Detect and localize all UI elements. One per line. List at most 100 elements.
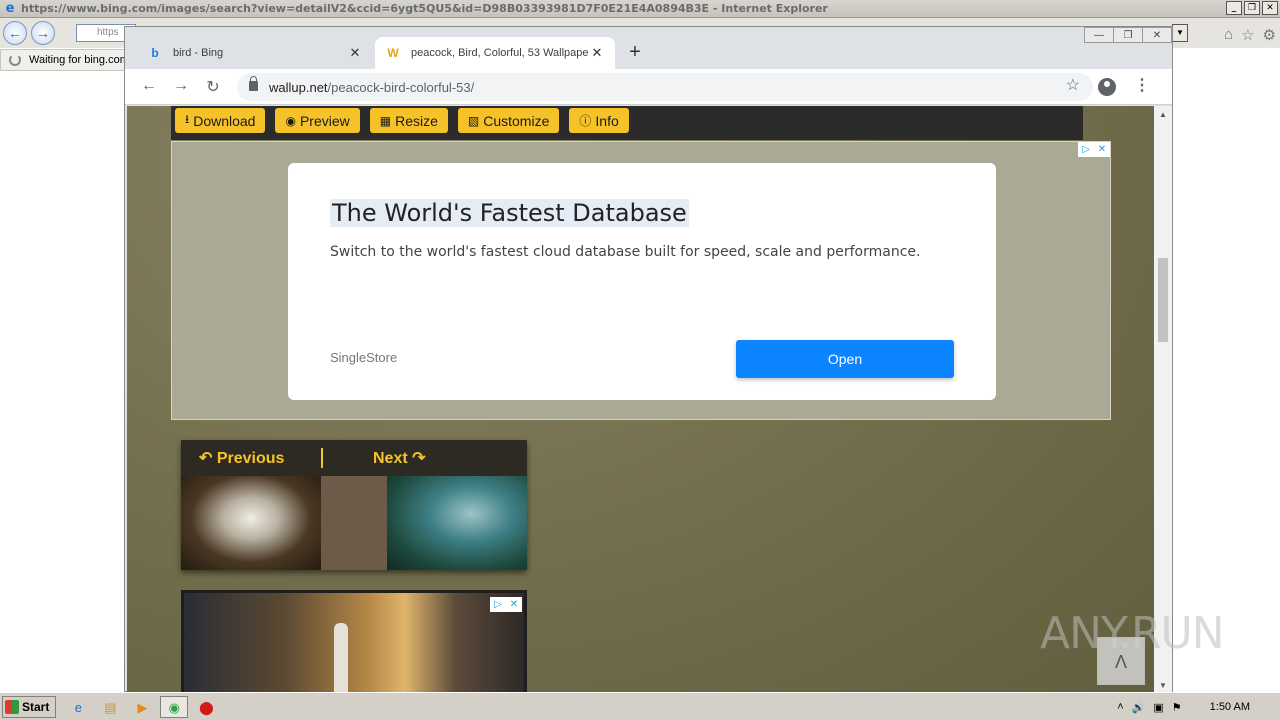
ie-restore-button[interactable]: ❐	[1244, 1, 1260, 15]
ie-page-area-right	[1174, 72, 1280, 692]
ad-choices-icon[interactable]: ▷	[1078, 142, 1094, 157]
back-arrow-icon[interactable]: ←	[139, 77, 159, 95]
download-button[interactable]: ⭳ Download	[175, 108, 266, 133]
next-link[interactable]: Next ↷	[323, 448, 426, 468]
action-center-flag-icon[interactable]: ⚑	[1172, 701, 1182, 714]
account-icon[interactable]	[1098, 78, 1116, 96]
ad-open-button[interactable]: Open	[736, 340, 954, 378]
ie-close-button[interactable]: ✕	[1262, 1, 1278, 15]
ad-advertiser[interactable]: SingleStore	[330, 350, 397, 365]
volume-icon[interactable]: 🔊	[1132, 701, 1146, 714]
gear-icon[interactable]: ⚙	[1263, 26, 1276, 44]
download-label: Download	[193, 112, 256, 129]
ie-window-controls: _ ❐ ✕	[1226, 1, 1278, 15]
previous-label: Previous	[216, 450, 285, 467]
scroll-down-icon[interactable]: ▼	[1159, 681, 1167, 690]
info-button[interactable]: ⓘ Info	[569, 108, 629, 133]
ad-banner[interactable]: ▷ ✕ The World's Fastest Database Switch …	[171, 141, 1111, 420]
home-icon[interactable]: ⌂	[1224, 26, 1233, 44]
bookmark-star-icon[interactable]: ☆	[1066, 75, 1080, 95]
reload-icon[interactable]: ↻	[203, 77, 223, 97]
ie-loading-tab[interactable]: Waiting for bing.com	[0, 49, 130, 71]
ad-image-banner[interactable]: ▷ ✕	[181, 590, 527, 692]
wallup-favicon-icon: W	[387, 46, 399, 60]
ad-choices: ▷ ✕	[490, 597, 522, 612]
resize-button[interactable]: ▦ Resize	[369, 108, 448, 133]
bing-favicon-icon: b	[151, 46, 159, 60]
ie-tab-label: Waiting for bing.com	[29, 54, 129, 66]
info-icon: ⓘ	[579, 114, 592, 128]
resize-label: Resize	[395, 112, 438, 129]
page-viewport: ⭳ Download ◉ Preview ▦ Resize ▧ Customiz…	[127, 106, 1154, 692]
tab-wallup[interactable]: W peacock, Bird, Colorful, 53 Wallpaper …	[375, 37, 615, 69]
preview-button[interactable]: ◉ Preview	[275, 108, 360, 133]
chrome-menu-icon[interactable]: ⋮	[1134, 75, 1150, 95]
customize-label: Customize	[483, 112, 550, 129]
customize-button[interactable]: ▧ Customize	[457, 108, 560, 133]
info-label: Info	[595, 112, 619, 129]
previous-wallpaper-thumbnail[interactable]	[181, 476, 321, 570]
previous-link[interactable]: ↶ Previous	[181, 448, 321, 468]
ie-window-title: https://www.bing.com/images/search?view=…	[21, 2, 828, 15]
favorites-star-icon[interactable]: ☆	[1241, 26, 1254, 44]
chrome-window: — ❐ ✕ b bird - Bing ✕ W peacock, Bird, C…	[124, 26, 1173, 692]
media-player-taskbar-icon[interactable]: ▶	[128, 696, 156, 718]
ie-back-icon[interactable]: ←	[3, 21, 27, 45]
paint-roller-icon: ▧	[467, 113, 480, 128]
forward-arrow-icon[interactable]: →	[171, 77, 191, 95]
folder-taskbar-icon[interactable]: ▤	[96, 696, 124, 718]
system-tray: ˄ 🔊 ▣ ⚑ 1:50 AM	[1117, 696, 1280, 718]
close-tab-icon[interactable]: ✕	[589, 45, 605, 61]
loading-spinner-icon	[9, 54, 21, 66]
ie-page-area	[0, 72, 124, 692]
start-label: Start	[22, 699, 50, 714]
scroll-thumb[interactable]	[1158, 258, 1168, 342]
opera-taskbar-icon[interactable]: ⬤	[192, 696, 220, 718]
preview-label: Preview	[299, 112, 350, 129]
next-wallpaper-thumbnail[interactable]	[387, 476, 527, 570]
page-scrollbar[interactable]: ▲ ▼	[1154, 106, 1172, 692]
tab-title: bird - Bing	[173, 47, 224, 59]
next-label: Next	[373, 450, 408, 467]
ie-minimize-button[interactable]: _	[1226, 1, 1242, 15]
ie-title-bar: e https://www.bing.com/images/search?vie…	[0, 0, 1280, 18]
start-button[interactable]: Start	[2, 695, 57, 718]
chrome-taskbar-icon[interactable]: ◉	[160, 695, 189, 718]
url-path: /peacock-bird-colorful-53/	[327, 79, 475, 95]
clock[interactable]: 1:50 AM	[1210, 701, 1250, 713]
ad-body: Switch to the world's fastest cloud data…	[330, 244, 921, 260]
close-tab-icon[interactable]: ✕	[347, 45, 363, 61]
thumbnail-gap	[321, 476, 387, 570]
prev-next-navigator: ↶ Previous Next ↷	[181, 440, 527, 570]
ad-close-icon[interactable]: ✕	[1094, 142, 1110, 157]
ie-toolbar-icons: ⌂ ☆ ⚙	[1224, 26, 1276, 44]
ie-dropdown-icon[interactable]: ▼	[1172, 24, 1188, 42]
tab-bing[interactable]: b bird - Bing ✕	[137, 37, 373, 69]
wallpaper-action-bar: ⭳ Download ◉ Preview ▦ Resize ▧ Customiz…	[171, 106, 1083, 140]
url-host: wallup.net	[269, 79, 328, 95]
ad-close-icon[interactable]: ✕	[506, 597, 522, 612]
resize-icon: ▦	[379, 113, 392, 128]
chrome-toolbar: ← → ↻ wallup.net/peacock-bird-colorful-5…	[125, 69, 1172, 105]
ad-choices: ▷ ✕	[1078, 142, 1110, 157]
ad-image-figure	[334, 623, 348, 692]
tab-title: peacock, Bird, Colorful, 53 Wallpaper	[411, 47, 589, 59]
ie-logo-icon: e	[5, 0, 15, 16]
scroll-up-icon[interactable]: ▲	[1159, 110, 1167, 119]
windows-logo-icon	[5, 699, 19, 714]
download-icon: ⭳	[185, 112, 190, 126]
new-tab-icon[interactable]: +	[625, 41, 645, 64]
back-to-top-button[interactable]: Λ	[1097, 637, 1145, 685]
eye-icon: ◉	[285, 113, 296, 128]
ad-card[interactable]: The World's Fastest Database Switch to t…	[288, 163, 996, 400]
ad-choices-icon[interactable]: ▷	[490, 597, 506, 612]
taskbar: Start e ▤ ▶ ◉ ⬤ ˄ 🔊 ▣ ⚑ 1:50 AM	[0, 692, 1280, 720]
ie-taskbar-icon[interactable]: e	[64, 696, 92, 718]
prev-next-header: ↶ Previous Next ↷	[181, 440, 527, 476]
ad-headline[interactable]: The World's Fastest Database	[330, 199, 689, 227]
address-bar[interactable]: wallup.net/peacock-bird-colorful-53/	[237, 73, 1093, 101]
network-icon[interactable]: ▣	[1153, 701, 1163, 714]
ie-forward-icon[interactable]: →	[31, 21, 55, 45]
lock-icon	[249, 76, 258, 91]
tray-expand-icon[interactable]: ˄	[1117, 701, 1123, 713]
